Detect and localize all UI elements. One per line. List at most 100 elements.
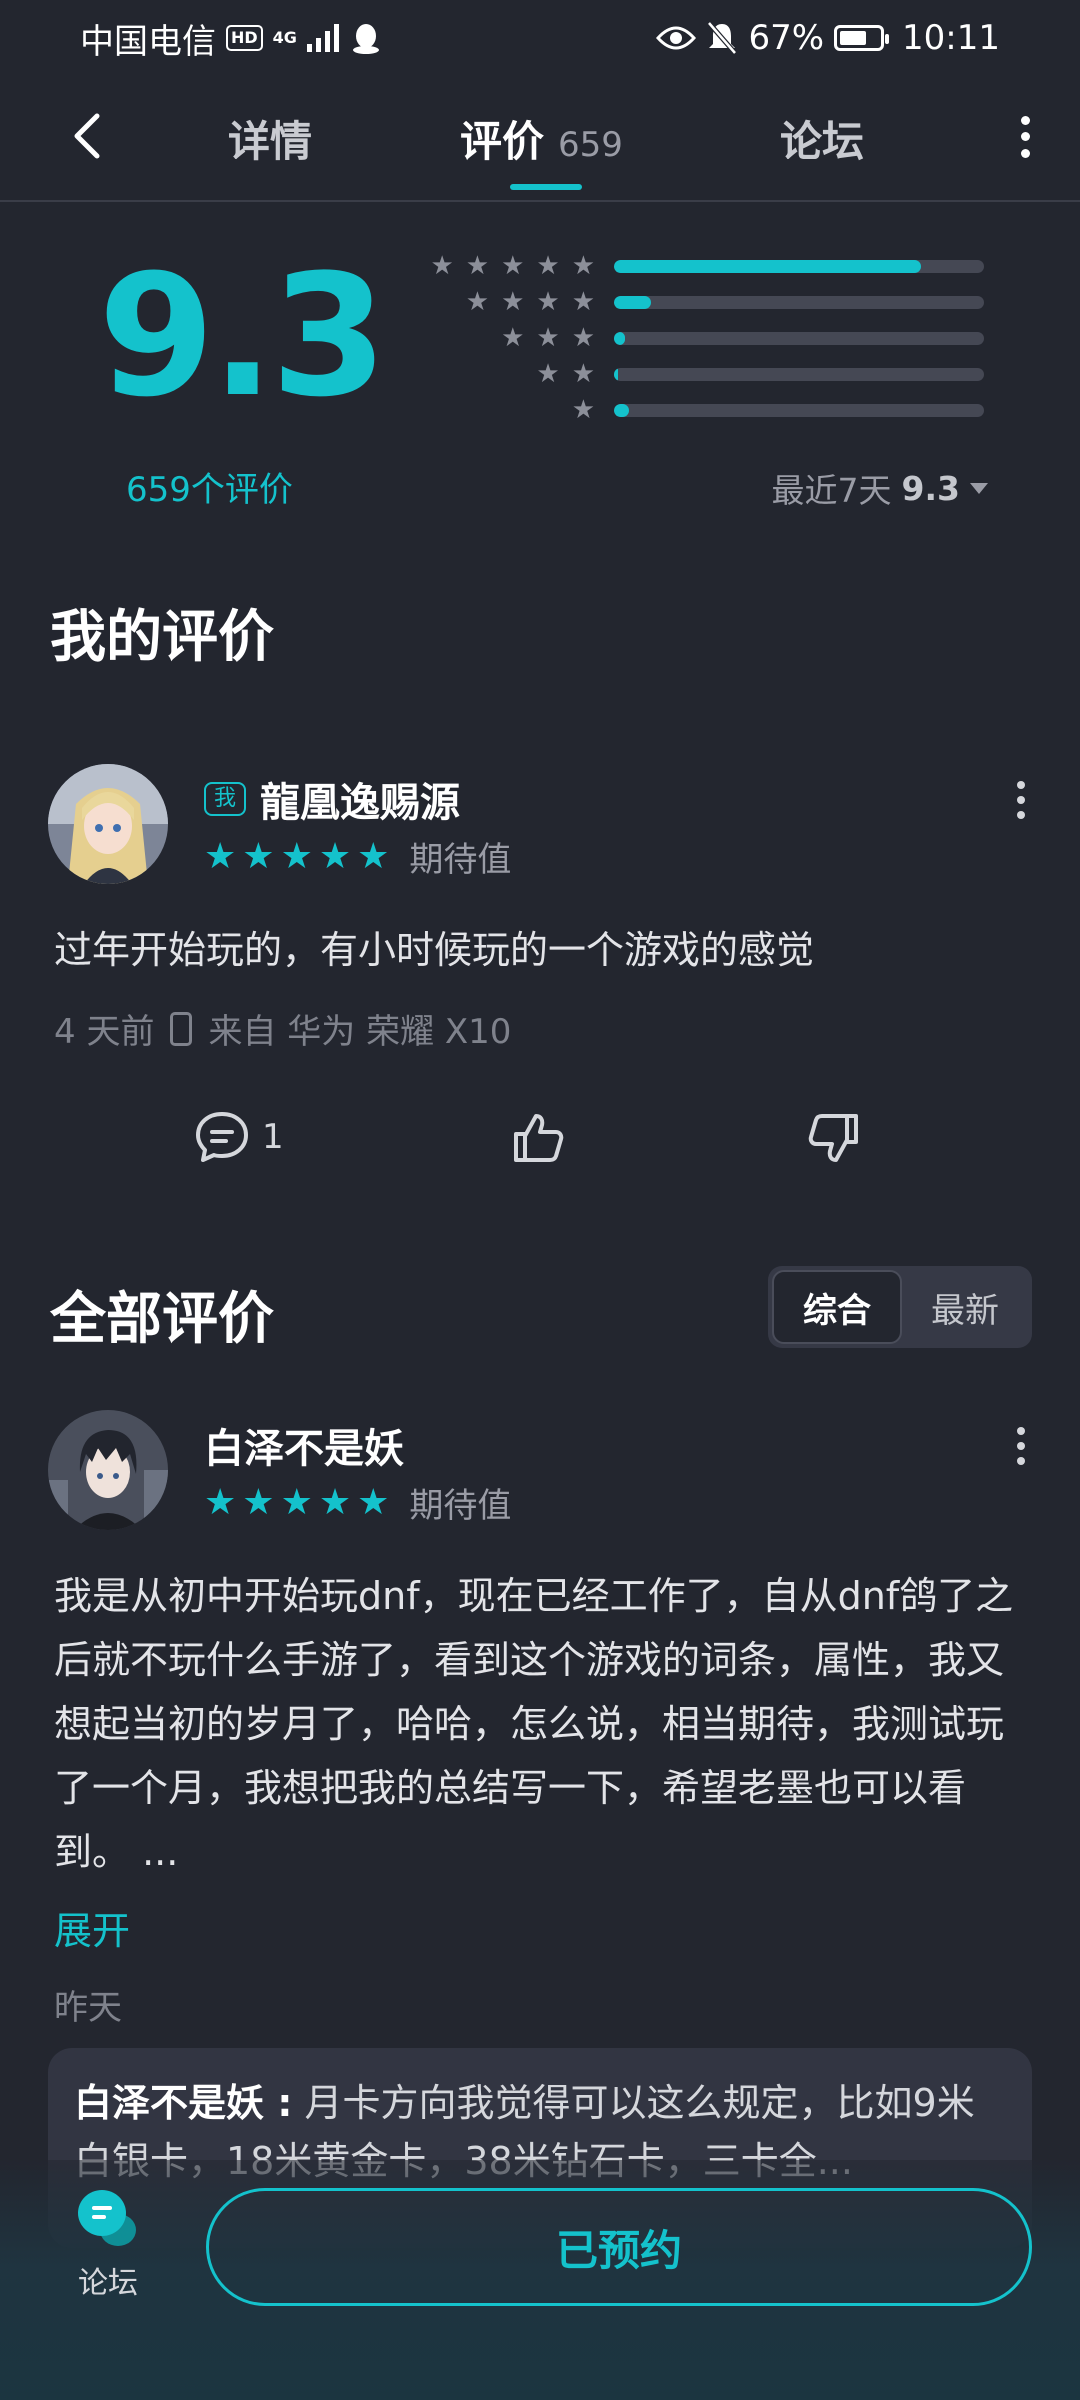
like-button[interactable]	[510, 1110, 566, 1166]
battery-percent: 67%	[748, 18, 825, 58]
tab-reviews-label: 评价	[460, 117, 545, 166]
star-icon: ★	[571, 251, 595, 281]
my-review-text: 过年开始玩的，有小时候玩的一个游戏的感觉	[54, 928, 815, 972]
dislike-button[interactable]	[806, 1110, 862, 1166]
reserved-button[interactable]: 已预约	[206, 2188, 1032, 2306]
chevron-left-icon	[74, 113, 100, 159]
device-label: 来自 华为 荣耀 X10	[208, 1012, 512, 1052]
tab-details[interactable]: 详情	[228, 108, 312, 169]
forum-chat-icon	[78, 2190, 138, 2250]
clock: 10:11	[902, 18, 1000, 58]
reply-author: 白泽不是妖 :	[74, 2081, 293, 2125]
rating-tag: 期待值	[409, 1486, 512, 1526]
distribution-bar	[614, 367, 984, 381]
star-icon: ★	[571, 323, 595, 353]
comment-icon	[196, 1112, 248, 1162]
average-score: 9.3	[98, 238, 388, 434]
distribution-stars: ★	[395, 395, 595, 425]
review-text: 我是从初中开始玩dnf，现在已经工作了，自从dnf鸽了之后就不玩什么手游了，看到…	[54, 1574, 1014, 1874]
review-count: 659个评价	[126, 470, 293, 510]
star-icon: ★	[536, 323, 560, 353]
star-icon: ★	[536, 287, 560, 317]
star-icon: ★	[357, 836, 390, 877]
avatar[interactable]	[48, 764, 168, 884]
mute-bell-icon	[707, 21, 738, 55]
distribution-stars: ★ ★	[395, 359, 595, 389]
top-nav: 详情 评价 659 论坛	[0, 76, 1080, 202]
recent-score: 9.3	[901, 468, 960, 508]
star-icon: ★	[465, 251, 490, 281]
back-button[interactable]	[56, 106, 116, 166]
distribution-bar	[614, 403, 984, 417]
distribution-bar	[614, 295, 984, 309]
distribution-bar-fill	[614, 259, 922, 273]
thumbs-down-icon	[808, 1114, 858, 1162]
review-time: 4 天前	[54, 1012, 155, 1052]
thumbs-up-icon	[514, 1114, 564, 1162]
distribution-stars: ★ ★ ★ ★	[395, 287, 595, 317]
forum-label: 论坛	[78, 2266, 138, 2301]
signal-icon	[306, 24, 339, 52]
comment-count: 1	[262, 1117, 284, 1157]
rating-tag: 期待值	[409, 840, 512, 880]
star-icon: ★	[242, 836, 275, 877]
distribution-row: ★ ★ ★ ★ ★	[395, 248, 985, 284]
sort-switch: 综合 最新	[768, 1266, 1032, 1348]
my-review-actions: 1	[0, 1110, 1080, 1180]
qq-icon	[352, 24, 379, 54]
recent-score-dropdown[interactable]: 最近7天 9.3	[772, 464, 988, 512]
my-review-meta: 4 天前 来自 华为 荣耀 X10	[54, 1004, 511, 1053]
review-more-button[interactable]	[1009, 1424, 1033, 1468]
more-options-button[interactable]	[1010, 112, 1040, 162]
star-icon: ★	[280, 836, 313, 877]
my-review-title: 我的评价	[50, 605, 274, 670]
review-author: 白泽不是妖	[204, 1416, 404, 1474]
distribution-bar-fill	[614, 331, 626, 345]
tab-reviews[interactable]: 评价 659	[460, 108, 623, 169]
my-review-more-button[interactable]	[1009, 778, 1033, 822]
distribution-bar-fill	[614, 367, 618, 381]
comment-button[interactable]: 1	[194, 1110, 284, 1164]
eye-icon	[656, 26, 697, 50]
avatar-anime-boy-icon	[48, 1410, 168, 1530]
star-icon: ★	[280, 1482, 313, 1523]
star-icon: ★	[536, 359, 560, 389]
star-icon: ★	[536, 251, 560, 281]
status-bar: 中国电信 HD 4G 67% 10:11	[0, 0, 1080, 76]
review-time: 昨天	[54, 1988, 122, 2028]
star-icon: ★	[430, 251, 454, 281]
tab-forum-label: 论坛	[780, 117, 865, 166]
username[interactable]: 龍凰逸赐源	[260, 770, 460, 828]
forum-button[interactable]: 论坛	[58, 2190, 158, 2302]
caret-down-icon	[970, 482, 988, 494]
recent-label: 最近7天	[771, 471, 892, 510]
distribution-row: ★ ★ ★ ★	[395, 284, 985, 320]
sort-option-overall[interactable]: 综合	[772, 1270, 902, 1344]
expand-link[interactable]: 展开	[54, 1900, 130, 1955]
my-review-author: 我 龍凰逸赐源	[204, 770, 460, 828]
carrier-label: 中国电信	[80, 21, 216, 62]
rating-distribution: ★ ★ ★ ★ ★ ★ ★ ★ ★ ★ ★ ★ ★ ★ ★	[395, 248, 985, 428]
star-icon: ★	[204, 836, 237, 877]
star-icon: ★	[318, 1482, 352, 1523]
review-stars: ★ ★ ★ ★ ★ 期待值	[204, 1478, 511, 1527]
star-icon: ★	[318, 836, 352, 877]
distribution-bar-fill	[614, 295, 651, 309]
distribution-row: ★	[395, 392, 985, 428]
username[interactable]: 白泽不是妖	[204, 1416, 404, 1474]
tab-reviews-count: 659	[558, 125, 623, 165]
my-review-stars: ★ ★ ★ ★ ★ 期待值	[204, 832, 511, 881]
sort-option-latest[interactable]: 最新	[902, 1270, 1028, 1344]
tab-forum[interactable]: 论坛	[780, 108, 864, 169]
distribution-stars: ★ ★ ★	[395, 323, 595, 353]
star-icon: ★	[242, 1482, 275, 1523]
star-icon: ★	[571, 287, 595, 317]
phone-icon	[170, 1011, 193, 1046]
distribution-bar	[614, 331, 984, 345]
star-icon: ★	[204, 1482, 237, 1523]
avatar[interactable]	[48, 1410, 168, 1530]
star-icon: ★	[501, 287, 525, 317]
star-icon: ★	[571, 395, 595, 425]
distribution-row: ★ ★	[395, 356, 985, 392]
star-icon: ★	[501, 323, 525, 353]
